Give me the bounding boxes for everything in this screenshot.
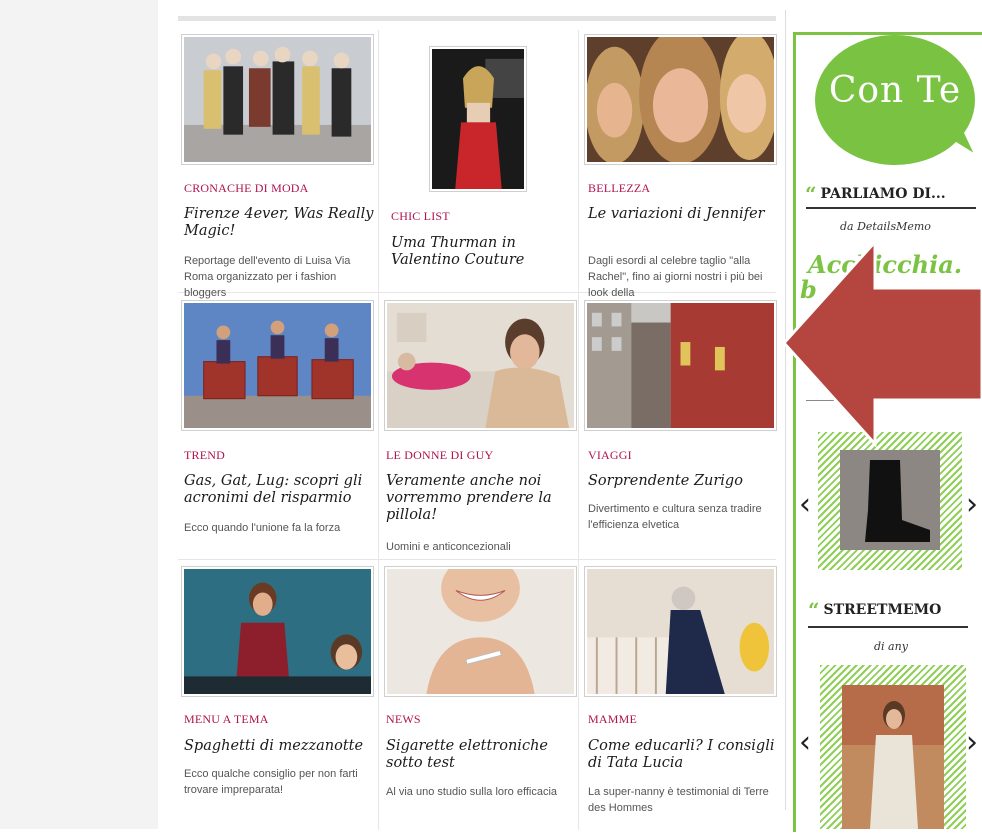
article-title[interactable]: Veramente anche noi vorremmo prendere la… (386, 473, 576, 524)
article-thumbnail[interactable] (584, 34, 777, 165)
section-byline[interactable]: di any (874, 640, 908, 653)
carousel-image[interactable] (842, 685, 944, 829)
article-thumbnail[interactable] (384, 566, 577, 697)
article-thumbnail[interactable] (584, 300, 777, 431)
article-title[interactable]: Firenze 4ever, Was Really Magic! (184, 206, 374, 240)
section-underline (808, 626, 968, 628)
article-category[interactable]: VIAGGI (588, 448, 632, 463)
article-thumbnail[interactable] (181, 566, 374, 697)
article-category[interactable]: CHIC LIST (391, 209, 450, 224)
section-title: STREETMEMO (823, 602, 942, 618)
article-thumbnail[interactable] (181, 300, 374, 431)
article-title[interactable]: Gas, Gat, Lug: scopri gli acronimi del r… (184, 473, 374, 507)
chevron-left-icon[interactable]: ‹ (799, 490, 811, 520)
section-heading: “STREETMEMO (808, 598, 941, 622)
article-thumbnail[interactable] (384, 300, 577, 431)
article-category[interactable]: MENU A TEMA (184, 712, 269, 727)
section-heading: “PARLIAMO DI... (805, 182, 946, 206)
article-description: La super-nanny è testimonial di Terre de… (588, 786, 769, 814)
article-title[interactable]: Uma Thurman in Valentino Couture (391, 235, 581, 269)
article-description: Ecco qualche consiglio per non farti tro… (184, 768, 358, 796)
article-thumbnail[interactable] (181, 34, 374, 165)
row-divider (178, 559, 776, 560)
article-category[interactable]: LE DONNE DI GUY (386, 448, 493, 463)
column-divider (578, 30, 579, 830)
chevron-left-icon[interactable]: ‹ (799, 728, 811, 758)
couple-couch-photo (387, 303, 574, 428)
zurich-street-photo (587, 303, 774, 428)
article-title[interactable]: Le variazioni di Jennifer (588, 206, 778, 223)
quote-icon: “ (808, 598, 820, 622)
top-divider-bar (178, 16, 776, 21)
bubble-title[interactable]: Con Te (815, 70, 975, 111)
chevron-right-icon[interactable]: › (966, 490, 978, 520)
big-left-arrow-icon (782, 238, 982, 448)
article-title[interactable]: Come educarli? I consigli di Tata Lucia (588, 738, 778, 772)
article-description: Dagli esordi al celebre taglio "alla Rac… (588, 255, 763, 299)
fashion-bloggers-photo (184, 37, 371, 162)
section-underline (806, 207, 976, 209)
article-thumbnail[interactable] (584, 566, 777, 697)
article-category[interactable]: CRONACHE DI MODA (184, 181, 309, 196)
shopping-carts-photo (184, 303, 371, 428)
article-category[interactable]: TREND (184, 448, 225, 463)
article-title[interactable]: Sorprendente Zurigo (588, 473, 778, 490)
article-description: Reportage dell'evento di Luisa Via Roma … (184, 255, 351, 299)
left-gutter (0, 0, 158, 829)
article-description: Divertimento e cultura senza tradire l'e… (588, 503, 762, 531)
article-description: Uomini e anticoncezionali (386, 541, 511, 553)
chevron-right-icon[interactable]: › (966, 728, 978, 758)
uma-thurman-photo (432, 49, 524, 189)
jennifer-aniston-photo (585, 35, 776, 164)
column-divider (378, 30, 379, 830)
section-title: PARLIAMO DI... (820, 186, 946, 202)
nanny-nursery-photo (587, 569, 774, 694)
article-description: Al via uno studio sulla loro efficacia (386, 786, 558, 798)
article-title[interactable]: Spaghetti di mezzanotte (184, 738, 374, 755)
woman-cigarette-photo (387, 567, 574, 694)
article-category[interactable]: BELLEZZA (588, 181, 650, 196)
street-style-photo (842, 685, 944, 829)
article-thumbnail[interactable] (429, 46, 527, 192)
article-category[interactable]: MAMME (588, 712, 637, 727)
midnight-dinner-photo (184, 569, 371, 694)
article-title[interactable]: Sigarette elettroniche sotto test (386, 738, 576, 772)
article-category[interactable]: NEWS (386, 712, 421, 727)
article-description: Ecco quando l'unione fa la forza (184, 522, 341, 534)
quote-icon: “ (805, 182, 817, 206)
